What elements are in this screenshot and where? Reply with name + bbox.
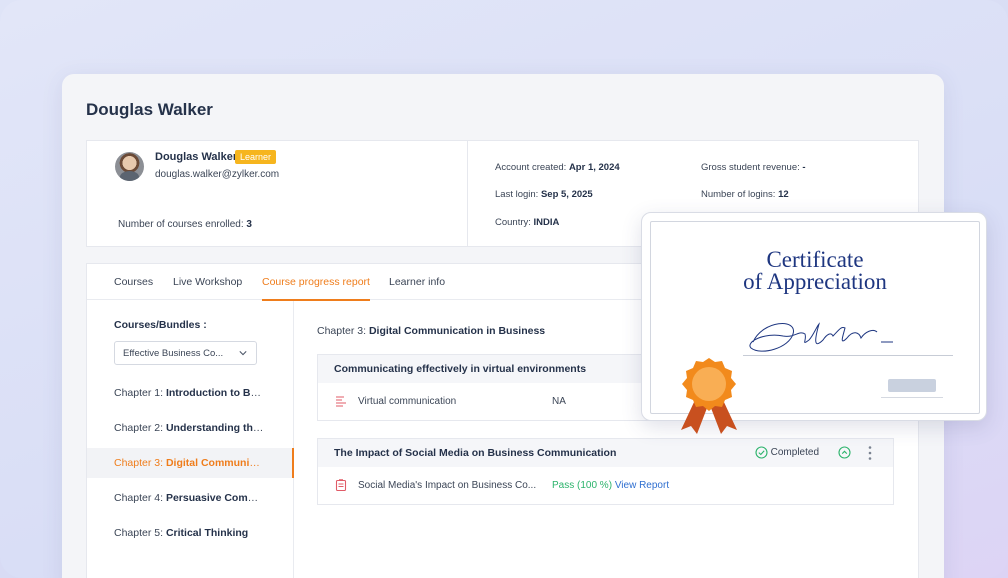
lesson-item-name: Virtual communication — [358, 396, 457, 407]
view-report-link[interactable]: View Report — [615, 480, 669, 491]
courses-enrolled: Number of courses enrolled: 3 — [118, 219, 252, 230]
account-created: Account created: Apr 1, 2024 — [495, 162, 620, 173]
courses-enrolled-label: Number of courses enrolled: — [118, 219, 244, 230]
chevron-up-circle-icon[interactable] — [838, 446, 851, 459]
user-email: douglas.walker@zylker.com — [155, 169, 280, 180]
completed-status: Completed — [755, 446, 819, 459]
document-icon — [335, 479, 347, 491]
chapter-name: Digital Communicati... — [165, 457, 277, 469]
role-badge: Learner — [235, 150, 277, 164]
chapter-item-2[interactable]: Chapter 2: Understanding the C... — [87, 413, 294, 443]
account-created-value: Apr 1, 2024 — [568, 162, 620, 173]
text-lines-icon — [336, 396, 346, 407]
chapter-name: Understanding the C... — [165, 422, 278, 434]
number-of-logins: Number of logins: 12 — [701, 189, 789, 200]
courses-bundles-label: Courses/Bundles : — [114, 319, 207, 331]
chapter-prefix: Chapter 2: — [114, 422, 164, 434]
tab-course-progress-report[interactable]: Course progress report — [262, 276, 370, 301]
lesson-group-header: The Impact of Social Media on Business C… — [318, 439, 893, 467]
profile-summary: Douglas Walker Learner douglas.walker@zy… — [87, 141, 468, 246]
chapter-name: Critical Thinking — [165, 527, 249, 539]
certificate-title-line2: of Appreciation — [743, 269, 887, 294]
completed-label: Completed — [770, 447, 819, 458]
chapter-item-1[interactable]: Chapter 1: Introduction to Busi... — [87, 378, 294, 408]
page-title: Douglas Walker — [86, 100, 213, 119]
signature-icon — [749, 322, 893, 352]
last-login: Last login: Sep 5, 2025 — [495, 189, 593, 200]
tab-live-workshop[interactable]: Live Workshop — [173, 276, 242, 288]
country-value: INDIA — [533, 217, 560, 228]
kebab-menu-icon[interactable] — [867, 445, 873, 461]
gross-revenue: Gross student revenue: - — [701, 162, 806, 173]
country: Country: INDIA — [495, 217, 559, 228]
chapter-item-4[interactable]: Chapter 4: Persuasive Commun... — [87, 483, 294, 513]
chapter-name: Persuasive Commun... — [165, 492, 279, 504]
certificate-placeholder-line — [881, 397, 943, 398]
chapter-item-5[interactable]: Chapter 5: Critical Thinking — [87, 518, 294, 548]
gross-revenue-label: Gross student revenue: — [701, 162, 800, 173]
chapter-prefix: Chapter 5: — [114, 527, 164, 539]
certificate-title-line1: Certificate — [766, 247, 864, 272]
chapter-prefix: Chapter 4: — [114, 492, 164, 504]
lesson-item-name: Social Media's Impact on Business Co... — [358, 480, 537, 491]
chapter-heading-name: Digital Communication in Business — [368, 325, 546, 337]
chapter-prefix: Chapter 1: — [114, 387, 164, 399]
signature-line — [743, 355, 953, 356]
pass-result: Pass (100 %) — [552, 480, 613, 491]
lesson-group-2: The Impact of Social Media on Business C… — [317, 438, 894, 505]
number-of-logins-label: Number of logins: — [701, 189, 776, 200]
lesson-item-status: NA — [552, 396, 566, 407]
course-select[interactable]: Effective Business Co... — [114, 341, 257, 365]
account-created-label: Account created: — [495, 162, 567, 173]
avatar — [115, 152, 144, 181]
chevron-down-icon — [239, 351, 247, 356]
certificate-placeholder-button — [888, 379, 936, 392]
courses-enrolled-value: 3 — [246, 219, 252, 230]
last-login-value: Sep 5, 2025 — [540, 189, 593, 200]
lesson-group-title: The Impact of Social Media on Business C… — [334, 447, 617, 459]
user-name: Douglas Walker — [155, 151, 238, 163]
chapter-heading-prefix: Chapter 3: — [317, 325, 367, 337]
last-login-label: Last login: — [495, 189, 539, 200]
gross-revenue-value: - — [802, 162, 806, 173]
course-select-value: Effective Business Co... — [123, 348, 224, 359]
chapter-heading: Chapter 3: Digital Communication in Busi… — [317, 325, 545, 337]
chapter-prefix: Chapter 3: — [114, 457, 164, 469]
number-of-logins-value: 12 — [778, 189, 789, 200]
chapter-name: Introduction to Busi... — [165, 387, 275, 399]
award-rosette-icon — [681, 358, 737, 434]
lesson-item[interactable]: Social Media's Impact on Business Co... … — [318, 467, 893, 504]
course-sidebar: Courses/Bundles : Effective Business Co.… — [87, 301, 294, 578]
lesson-item-result: Pass (100 %) View Report — [552, 480, 669, 491]
country-label: Country: — [495, 217, 531, 228]
tab-learner-info[interactable]: Learner info — [389, 276, 445, 288]
check-circle-icon — [755, 446, 768, 459]
chapter-item-3[interactable]: Chapter 3: Digital Communicati... — [87, 448, 294, 478]
tab-courses[interactable]: Courses — [114, 276, 153, 288]
